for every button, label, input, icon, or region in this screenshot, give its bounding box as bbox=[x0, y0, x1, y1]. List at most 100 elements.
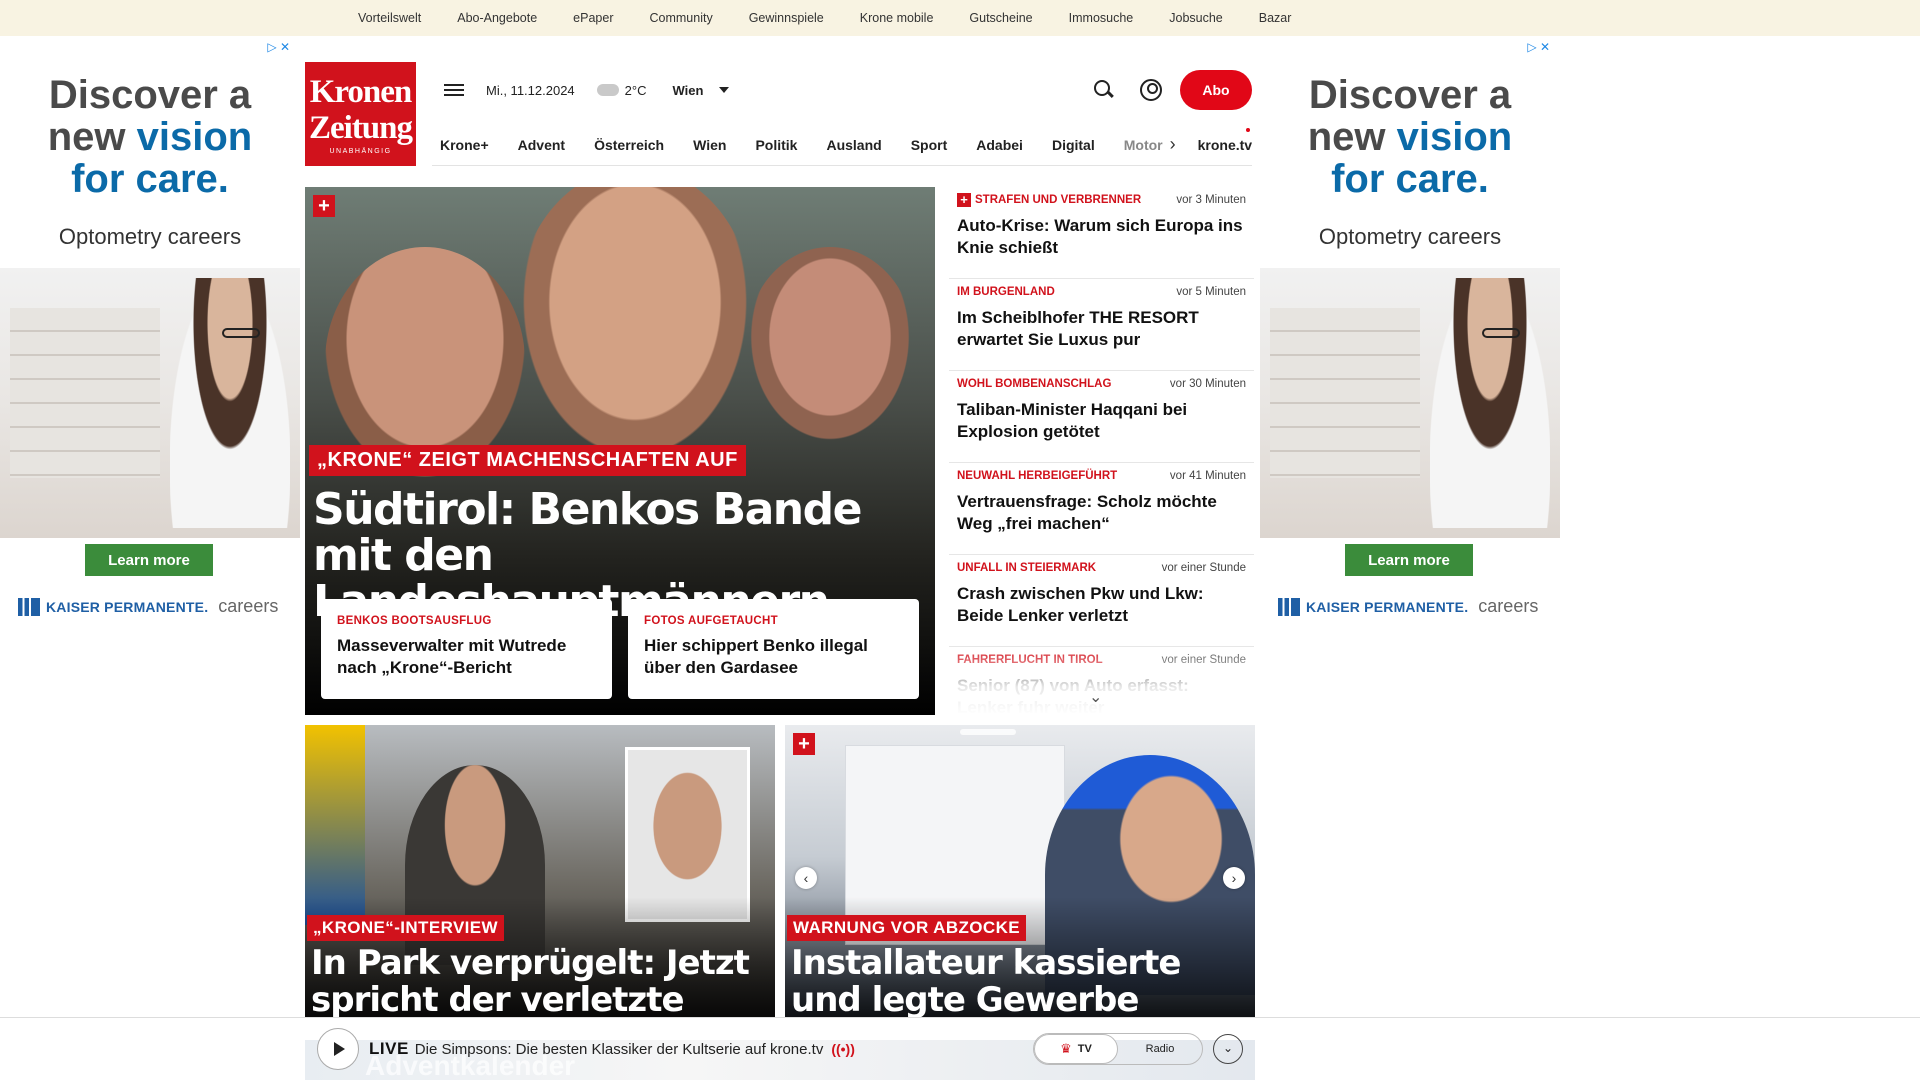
city-selector[interactable]: Wien bbox=[672, 83, 703, 98]
nav-item[interactable]: Wien bbox=[685, 137, 740, 153]
news-kicker: IM BURGENLAND bbox=[957, 286, 1055, 298]
news-list-item[interactable]: UNFALL IN STEIERMARK vor einer Stunde Cras… bbox=[949, 555, 1254, 647]
utility-link[interactable]: Jobsuche bbox=[1151, 11, 1241, 25]
tile-kicker: WARNUNG VOR ABZOCKE bbox=[787, 915, 1027, 941]
chevron-left-icon[interactable]: ‹ bbox=[795, 867, 817, 889]
top-utility-bar: Vorteilswelt Abo-Angebote ePaper Community G… bbox=[0, 0, 1920, 36]
nav-item[interactable]: Politik bbox=[747, 137, 811, 153]
news-title[interactable]: Taliban-Minister Haqqani bei Explosion g… bbox=[957, 399, 1246, 443]
user-account-icon[interactable] bbox=[1140, 79, 1162, 101]
krone-plus-icon: + bbox=[957, 193, 971, 207]
news-kicker: WOHL BOMBENANSCHLAG bbox=[957, 378, 1112, 390]
card-title[interactable]: Masseverwalter mit Wutrede nach „Krone“-… bbox=[337, 635, 596, 679]
chevron-down-icon[interactable] bbox=[719, 87, 730, 93]
ad-choices-icon[interactable]: ▷ ✕ bbox=[267, 40, 290, 54]
ad-headline: Discover a new vision for care. bbox=[47, 73, 253, 201]
tv-radio-switch[interactable]: ♛ TV Radio bbox=[1033, 1033, 1203, 1065]
news-kicker: + STRAFEN UND VERBRENNER bbox=[957, 193, 1141, 207]
ad-right[interactable]: ▷ ✕ Discover a new vision for care. Opto… bbox=[1260, 36, 1560, 636]
krone-plus-icon: + bbox=[793, 733, 815, 755]
hero-kicker: „KRONE“ ZEIGT MACHENSCHAFTEN AUF bbox=[309, 445, 746, 476]
tile-kicker: „KRONE“-INTERVIEW bbox=[307, 915, 504, 941]
nav-item[interactable]: Krone+ bbox=[432, 137, 503, 153]
current-date: Mi., 11.12.2024 bbox=[486, 82, 575, 98]
news-kicker: NEUWAHL HERBEIGEFÜHRT bbox=[957, 470, 1118, 482]
tile-title[interactable]: Installateur kassierte und legte Gewerbe… bbox=[791, 945, 1251, 1018]
chevron-down-icon[interactable]: ⌄ bbox=[1089, 687, 1102, 707]
ad-choices-icon[interactable]: ▷ ✕ bbox=[1527, 40, 1550, 54]
kronen-zeitung-logo[interactable]: Kronen Zeitung UNABHÄNGIG bbox=[305, 62, 416, 166]
ad-learn-more-button[interactable]: Learn more bbox=[1345, 544, 1473, 576]
hero-related-cards: BENKOS BOOTSAUSFLUG Masseverwalter mit Wu… bbox=[321, 599, 919, 699]
nav-item[interactable]: Sport bbox=[903, 137, 962, 153]
krone-plus-icon: + bbox=[313, 195, 335, 217]
hero-article[interactable]: + „KRONE“ ZEIGT MACHENSCHAFTEN AUF Südti… bbox=[305, 187, 935, 715]
news-time: vor 41 Minuten bbox=[1169, 470, 1246, 482]
utility-link[interactable]: Krone mobile bbox=[842, 11, 952, 25]
search-icon[interactable] bbox=[1094, 80, 1114, 100]
article-tile-slider[interactable]: + ‹ › WARNUNG VOR ABZOCKE Installateur k… bbox=[785, 725, 1255, 1017]
abo-button[interactable]: Abo bbox=[1180, 70, 1252, 110]
news-list-item[interactable]: WOHL BOMBENANSCHLAG vor 30 Minuten Taliban… bbox=[949, 371, 1254, 463]
news-time: vor 5 Minuten bbox=[1176, 286, 1246, 298]
latest-news-list: + STRAFEN UND VERBRENNER vor 3 Minuten Auto… bbox=[949, 187, 1254, 715]
utility-link[interactable]: Community bbox=[631, 11, 730, 25]
kaiser-logo-icon bbox=[1278, 597, 1300, 616]
ad-left[interactable]: ▷ ✕ Discover a new vision for care. Opto… bbox=[0, 36, 300, 636]
news-title[interactable]: Auto-Krise: Warum sich Europa ins Knie s… bbox=[957, 215, 1246, 259]
hero-related-card[interactable]: FOTOS AUFGETAUCHT Hier schippert Benko il… bbox=[628, 599, 919, 699]
nav-item[interactable]: Ausland bbox=[818, 137, 895, 153]
nav-item[interactable]: Advent bbox=[510, 137, 579, 153]
news-list-item[interactable]: NEUWAHL HERBEIGEFÜHRT vor 41 Minuten Vertr… bbox=[949, 463, 1254, 555]
nav-item-krone-tv[interactable]: krone.tv bbox=[1190, 137, 1266, 153]
menu-icon[interactable] bbox=[444, 82, 464, 98]
radio-option[interactable]: Radio bbox=[1118, 1034, 1202, 1064]
nav-item[interactable]: Adabei bbox=[968, 137, 1037, 153]
chevron-down-icon[interactable]: ⌄ bbox=[1213, 1034, 1243, 1064]
news-time: vor 30 Minuten bbox=[1169, 378, 1246, 390]
news-list-item[interactable]: + STRAFEN UND VERBRENNER vor 3 Minuten Auto… bbox=[949, 187, 1254, 279]
card-kicker: FOTOS AUFGETAUCHT bbox=[644, 615, 778, 627]
card-kicker: BENKOS BOOTSAUSFLUG bbox=[337, 615, 492, 627]
news-kicker: UNFALL IN STEIERMARK bbox=[957, 562, 1097, 574]
utility-link[interactable]: Vorteilswelt bbox=[340, 11, 439, 25]
nav-item[interactable]: Österreich bbox=[586, 137, 678, 153]
ad-image bbox=[1260, 268, 1560, 538]
live-label: LIVE bbox=[369, 1039, 409, 1058]
news-title[interactable]: Vertrauensfrage: Scholz möchte Weg „frei… bbox=[957, 491, 1246, 535]
live-player-controls: LIVE Die Simpsons: Die besten Klassiker … bbox=[305, 1024, 1255, 1074]
news-list-item[interactable]: IM BURGENLAND vor 5 Minuten Im Scheiblhofe… bbox=[949, 279, 1254, 371]
nav-item[interactable]: Motor bbox=[1116, 137, 1177, 153]
temperature: 2°C bbox=[624, 82, 647, 98]
ad-headline: Discover a new vision for care. bbox=[1307, 73, 1513, 201]
utility-nav: Vorteilswelt Abo-Angebote ePaper Community G… bbox=[340, 0, 1309, 36]
live-now-playing[interactable]: Die Simpsons: Die besten Klassiker der K… bbox=[415, 1041, 824, 1058]
news-time: vor einer Stunde bbox=[1161, 562, 1246, 574]
chevron-right-icon[interactable]: › bbox=[1223, 867, 1245, 889]
ad-learn-more-button[interactable]: Learn more bbox=[85, 544, 213, 576]
tv-option[interactable]: ♛ TV bbox=[1034, 1034, 1118, 1064]
utility-link[interactable]: Gutscheine bbox=[951, 11, 1050, 25]
utility-link[interactable]: Gewinnspiele bbox=[731, 11, 842, 25]
utility-link[interactable]: Abo-Angebote bbox=[439, 11, 555, 25]
utility-link[interactable]: ePaper bbox=[555, 11, 631, 25]
news-title[interactable]: Im Scheiblhofer THE RESORT erwartet Sie … bbox=[957, 307, 1246, 351]
news-title[interactable]: Crash zwischen Pkw und Lkw: Beide Lenker… bbox=[957, 583, 1246, 627]
hero-related-card[interactable]: BENKOS BOOTSAUSFLUG Masseverwalter mit Wu… bbox=[321, 599, 612, 699]
news-time: vor 3 Minuten bbox=[1176, 194, 1246, 206]
nav-item[interactable]: Digital bbox=[1044, 137, 1109, 153]
card-title[interactable]: Hier schippert Benko illegal über den Ga… bbox=[644, 635, 903, 679]
ad-subtitle: Optometry careers bbox=[58, 224, 242, 249]
utility-link[interactable]: Bazar bbox=[1241, 11, 1310, 25]
kaiser-logo-icon bbox=[18, 597, 40, 616]
play-icon[interactable] bbox=[317, 1028, 359, 1070]
crown-icon: ♛ bbox=[1060, 1041, 1072, 1056]
ad-brand: KAISER PERMANENTE. careers bbox=[1278, 596, 1538, 617]
ad-brand: KAISER PERMANENTE. careers bbox=[18, 596, 278, 617]
tile-title[interactable]: In Park verprügelt: Jetzt spricht der ve… bbox=[311, 945, 771, 1018]
live-dot-icon bbox=[1246, 128, 1250, 132]
article-tile[interactable]: „KRONE“-INTERVIEW In Park verprügelt: Je… bbox=[305, 725, 775, 1017]
ad-image bbox=[0, 268, 300, 538]
utility-link[interactable]: Immosuche bbox=[1051, 11, 1152, 25]
chevron-right-icon[interactable]: › bbox=[1170, 134, 1176, 155]
